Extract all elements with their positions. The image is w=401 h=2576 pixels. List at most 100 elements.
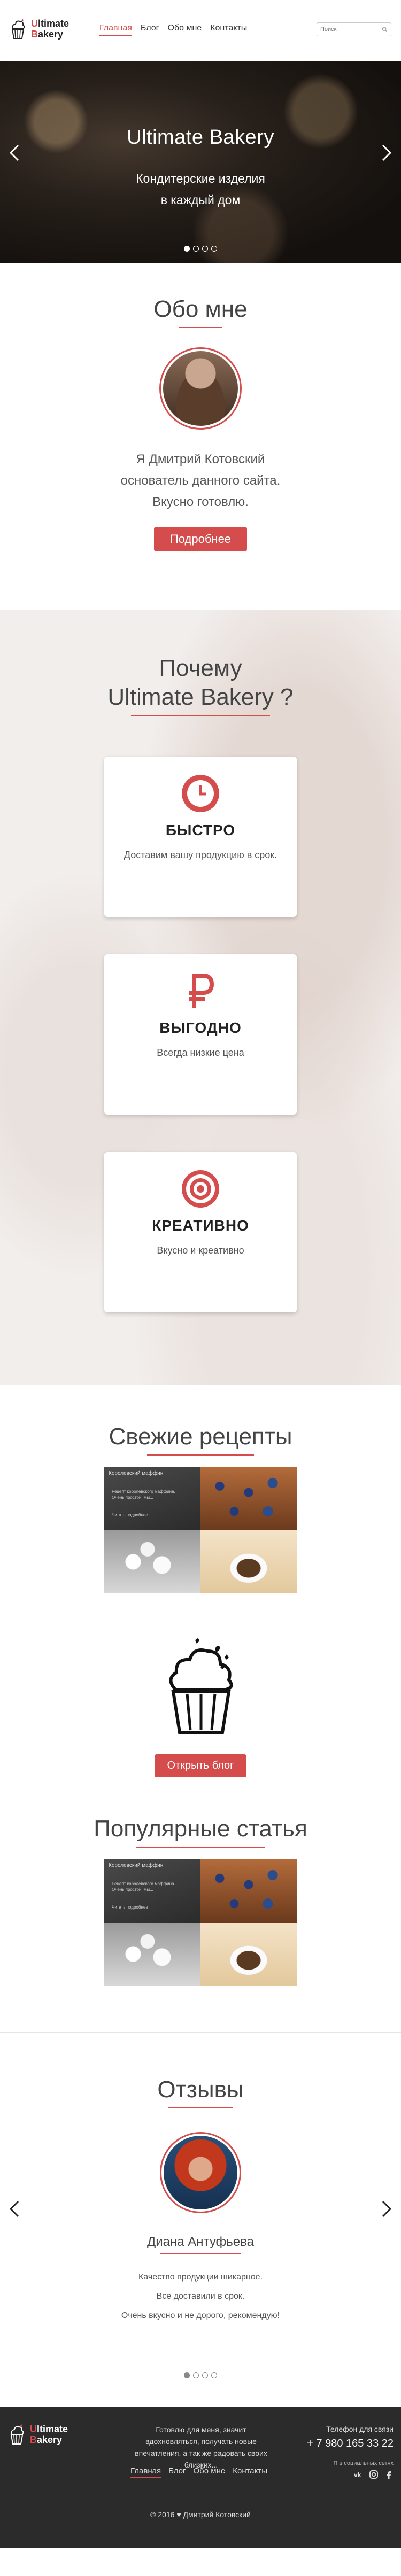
feature-text: Доставим вашу продукцию в срок. — [124, 850, 277, 860]
recipes-grid: Королевский маффин Рецепт королевского м… — [104, 1467, 297, 1593]
open-blog-button[interactable]: Открыть блог — [154, 1754, 247, 1777]
hero-subtitle: Кондитерские изделия в каждый дом — [136, 172, 265, 207]
recipe-tile-blueberry[interactable] — [200, 1467, 297, 1530]
cupcake-icon — [169, 1638, 233, 1734]
article-tile-coffee[interactable] — [200, 1923, 297, 1986]
more-button[interactable]: Подробнее — [153, 527, 248, 551]
article-tile-blueberry[interactable] — [200, 1859, 297, 1923]
slide-dot[interactable] — [184, 2372, 190, 2378]
author-avatar — [163, 351, 238, 426]
reviews-prev-button[interactable] — [5, 2199, 25, 2219]
title-underline — [136, 1847, 265, 1848]
chevron-right-icon — [382, 2200, 392, 2217]
search-input[interactable] — [320, 26, 382, 33]
feature-title: БЫСТРО — [165, 822, 236, 838]
about-section: Обо мне Я Дмитрий Котовский основатель д… — [0, 263, 401, 610]
vk-icon[interactable]: vk — [354, 2470, 364, 2479]
hero-next-button[interactable] — [376, 143, 396, 162]
logo-text: Ultimate Bakery — [30, 2424, 68, 2445]
instagram-icon[interactable] — [369, 2470, 379, 2479]
footer-about-text: Готовлю для меня, значит вдохновляться, … — [135, 2425, 267, 2469]
footer-logo[interactable]: Ultimate Bakery — [7, 2423, 68, 2446]
title-underline — [147, 1454, 254, 1456]
svg-text:vk: vk — [354, 2471, 361, 2479]
feature-card-creative: КРЕАТИВНО Вкусно и креативно — [104, 1152, 297, 1312]
footer-nav-contacts[interactable]: Контакты — [233, 2466, 267, 2478]
feature-text: Всегда низкие цена — [157, 1047, 244, 1058]
reviews-title: Отзывы — [157, 2076, 244, 2103]
nav-blog[interactable]: Блог — [141, 24, 159, 36]
clock-icon — [182, 775, 219, 812]
footer-nav-blog[interactable]: Блог — [168, 2466, 186, 2478]
popular-title: Популярные статья — [94, 1816, 307, 1842]
logo[interactable]: Ultimate Bakery — [9, 17, 69, 41]
about-text: Я Дмитрий Котовский основатель данного с… — [120, 452, 281, 509]
site-footer: Ultimate Bakery Готовлю для меня, значит… — [0, 2407, 401, 2548]
slide-dot[interactable] — [193, 2372, 199, 2378]
reviews-next-button[interactable] — [376, 2199, 396, 2219]
title-underline — [179, 327, 222, 328]
feature-title: ВЫГОДНО — [159, 1019, 242, 1036]
slide-dot[interactable] — [184, 246, 190, 252]
author-avatar-frame — [159, 347, 242, 430]
feature-card-profitable: ВЫГОДНО Всегда низкие цена — [104, 954, 297, 1115]
nav-about[interactable]: Обо мне — [167, 24, 202, 36]
chevron-right-icon — [382, 144, 392, 161]
section-divider — [0, 1986, 401, 2033]
popular-section: Популярные статья Королевский маффин Рец… — [0, 1777, 401, 1986]
phone-number[interactable]: + 7 980 165 33 22 — [307, 2438, 394, 2450]
footer-nav-about[interactable]: Обо мне — [194, 2466, 226, 2478]
chevron-left-icon — [9, 2200, 19, 2217]
article-tile-muffin[interactable]: Королевский маффин Рецепт королевского м… — [104, 1859, 200, 1923]
hero-prev-button[interactable] — [5, 143, 25, 162]
recipe-tile-coffee[interactable] — [200, 1530, 297, 1593]
phone-label: Телефон для связи — [326, 2425, 394, 2433]
recipe-tile-muffin[interactable]: Королевский маффин Рецепт королевского м… — [104, 1467, 200, 1530]
search-icon[interactable] — [382, 26, 388, 33]
title-underline — [131, 715, 270, 716]
footer-nav-home[interactable]: Главная — [130, 2466, 161, 2478]
nav-contacts[interactable]: Контакты — [210, 24, 247, 36]
about-title: Обо мне — [153, 296, 248, 322]
why-section: Почему Ultimate Bakery ? БЫСТРО Доставим… — [0, 610, 401, 1385]
title-underline — [168, 2107, 233, 2108]
search-box — [317, 22, 391, 36]
review-text: Качество продукции шикарное. Все достави… — [121, 2273, 280, 2320]
main-nav: Главная Блог Обо мне Контакты — [99, 24, 247, 36]
slide-dot[interactable] — [193, 246, 199, 252]
recipe-tile-cakepops[interactable] — [104, 1530, 200, 1593]
slide-dot[interactable] — [211, 2372, 217, 2378]
target-icon — [182, 1170, 219, 1208]
feature-text: Вкусно и креативно — [157, 1245, 244, 1256]
name-underline — [160, 2253, 241, 2254]
reviewer-name: Диана Антуфьева — [147, 2235, 254, 2249]
read-more-link[interactable]: Читать подробнее — [112, 1904, 175, 1910]
slide-dot[interactable] — [211, 246, 217, 252]
feature-card-fast: БЫСТРО Доставим вашу продукцию в срок. — [104, 757, 297, 917]
reviewer-avatar — [164, 2136, 237, 2209]
recipes-section: Свежие рецепты Королевский маффин Рецепт… — [0, 1385, 401, 1777]
chevron-left-icon — [9, 144, 19, 161]
footer-nav: Главная Блог Обо мне Контакты — [130, 2466, 267, 2478]
cupcake-logo-icon — [10, 2424, 24, 2445]
slide-dot[interactable] — [202, 246, 208, 252]
social-links: vk — [354, 2470, 394, 2479]
article-tile-cakepops[interactable] — [104, 1923, 200, 1986]
reviews-pagination — [0, 2372, 401, 2378]
facebook-icon[interactable] — [384, 2470, 394, 2479]
slide-dot[interactable] — [202, 2372, 208, 2378]
social-label: Я в социальных сетях — [333, 2460, 394, 2466]
ruble-icon — [189, 974, 214, 1008]
hero-pagination — [0, 246, 401, 252]
why-title: Почему Ultimate Bakery ? — [107, 655, 294, 710]
read-more-link[interactable]: Читать подробнее — [112, 1512, 175, 1518]
hero-slider: Ultimate Bakery Кондитерские изделия в к… — [0, 61, 401, 263]
nav-home[interactable]: Главная — [99, 24, 132, 36]
reviews-section: Отзывы Диана Антуфьева Качество продукци… — [0, 2033, 401, 2407]
reviewer-avatar-frame — [160, 2132, 241, 2213]
copyright: © 2016 ♥ Дмитрий Котовский — [150, 2510, 251, 2519]
popular-grid: Королевский маффин Рецепт королевского м… — [104, 1859, 297, 1986]
recipes-title: Свежие рецепты — [109, 1423, 292, 1450]
feature-title: КРЕАТИВНО — [152, 1217, 249, 1234]
site-header: Ultimate Bakery Главная Блог Обо мне Кон… — [0, 0, 401, 61]
